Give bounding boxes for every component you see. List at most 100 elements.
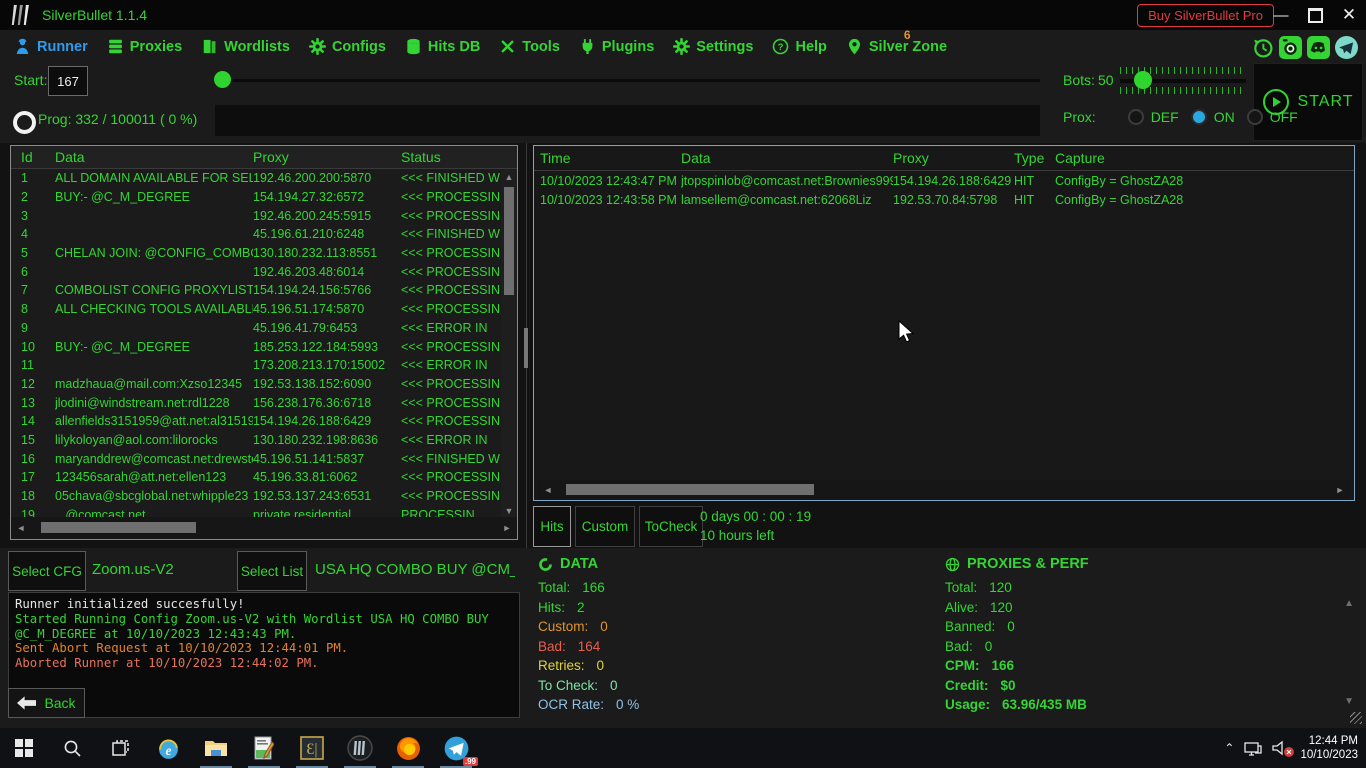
table-row[interactable]: 10 BUY:- @C_M_DEGREE 185.253.122.184:5993 <… xyxy=(11,337,501,356)
tab-hits[interactable]: Hits xyxy=(533,506,571,547)
internet-explorer-icon[interactable]: e xyxy=(144,728,192,768)
cell-proxy: 192.46.200.200:5870 xyxy=(253,171,372,186)
runner-horizontal-scrollbar[interactable]: ◄ ► xyxy=(11,517,517,539)
scroll-left-icon[interactable]: ◄ xyxy=(540,482,556,498)
scroll-thumb[interactable] xyxy=(41,522,196,533)
cell-data: ALL CHECKING TOOLS AVAILABLE F xyxy=(55,302,253,317)
e-app-icon[interactable]: Ɛ| xyxy=(288,728,336,768)
menu-item-settings[interactable]: Settings xyxy=(673,38,753,55)
log-scroll-down-icon[interactable]: ▼ xyxy=(1344,696,1354,707)
bots-slider-knob[interactable] xyxy=(1134,71,1152,89)
close-button[interactable]: ✕ xyxy=(1332,0,1366,30)
progress-slider-track[interactable] xyxy=(215,79,1040,82)
cfg-value: Zoom.us-V2 xyxy=(92,561,174,578)
menu-item-help[interactable]: ? Help xyxy=(772,38,827,55)
table-row[interactable]: 6 192.46.203.48:6014 <<< PROCESSIN xyxy=(11,262,501,281)
start-button[interactable]: START xyxy=(1253,63,1363,141)
stat-label: Hits: xyxy=(538,599,565,615)
cell-data: COMBOLIST CONFIG PROXYLIST TO xyxy=(55,283,253,298)
select-list-button[interactable]: Select List xyxy=(237,551,307,591)
table-row[interactable]: 9 45.196.41.79:6453 <<< ERROR IN xyxy=(11,319,501,338)
silverbullet-icon[interactable] xyxy=(336,728,384,768)
telegram-taskbar-icon[interactable]: .99 xyxy=(432,728,480,768)
table-row[interactable]: 7 COMBOLIST CONFIG PROXYLIST TO 154.194.24… xyxy=(11,281,501,300)
telegram-icon[interactable] xyxy=(1335,36,1358,59)
history-icon[interactable] xyxy=(1251,36,1274,59)
start-menu-icon[interactable] xyxy=(0,728,48,768)
menu-item-configs[interactable]: Configs xyxy=(308,38,386,55)
prox-option-on[interactable]: ON xyxy=(1190,109,1235,125)
resize-grip[interactable] xyxy=(1350,712,1362,724)
splitter-grip[interactable] xyxy=(524,328,528,368)
editor-icon[interactable] xyxy=(240,728,288,768)
table-row[interactable]: 8 ALL CHECKING TOOLS AVAILABLE F 45.196.51… xyxy=(11,300,501,319)
table-row[interactable]: 10/10/2023 12:43:47 PM jtopspinlob@comcas… xyxy=(534,171,1354,191)
scroll-right-icon[interactable]: ► xyxy=(1332,482,1348,498)
radio-icon[interactable] xyxy=(1246,109,1263,125)
prox-label: Prox: xyxy=(1063,109,1096,125)
log-scroll-up-icon[interactable]: ▲ xyxy=(1344,598,1354,609)
prox-option-off[interactable]: OFF xyxy=(1246,109,1298,125)
minimize-button[interactable]: — xyxy=(1264,0,1298,30)
prox-option-def[interactable]: DEF xyxy=(1127,109,1179,125)
network-icon[interactable] xyxy=(1244,740,1263,756)
scroll-thumb[interactable] xyxy=(504,187,514,295)
menu-item-label: Hits DB xyxy=(427,38,481,55)
table-row[interactable]: 5 CHELAN JOIN: @CONFIG_COMBOL 130.180.232.… xyxy=(11,244,501,263)
progress-slider-knob[interactable] xyxy=(214,71,231,88)
table-row[interactable]: 18 05chava@sbcglobal.net:whipple23 192.53.… xyxy=(11,487,501,506)
hits-horizontal-scrollbar[interactable]: ◄ ► xyxy=(538,480,1350,500)
cell-proxy: 45.196.33.81:6062 xyxy=(253,470,358,485)
scroll-right-icon[interactable]: ► xyxy=(499,520,515,536)
table-row[interactable]: 16 maryanddrew@comcast.net:drewste 45.196.… xyxy=(11,449,501,468)
radio-icon[interactable] xyxy=(1127,109,1144,125)
table-row[interactable]: 15 lilykoloyan@aol.com:lilorocks 130.180.2… xyxy=(11,431,501,450)
table-row[interactable]: 2 BUY:- @C_M_DEGREE 154.194.27.32:6572 <<< … xyxy=(11,188,501,207)
runner-vertical-scrollbar[interactable]: ▲ ▼ xyxy=(501,169,517,519)
scroll-thumb[interactable] xyxy=(566,484,814,495)
tab-custom[interactable]: Custom xyxy=(575,506,635,547)
back-button[interactable]: Back xyxy=(8,688,85,718)
start-input[interactable] xyxy=(48,66,88,96)
table-row[interactable]: 12 madzhaua@mail.com:Xzso12345 192.53.138.… xyxy=(11,375,501,394)
menu-item-proxies[interactable]: Proxies xyxy=(107,38,182,55)
scroll-left-icon[interactable]: ◄ xyxy=(13,520,29,536)
table-row[interactable]: 13 jlodini@windstream.net:rdl1228 156.238.… xyxy=(11,393,501,412)
table-row[interactable]: 10/10/2023 12:43:58 PM lamsellem@comcast.… xyxy=(534,191,1354,211)
menu-item-silver-zone[interactable]: Silver Zone 6 xyxy=(846,28,947,55)
cell-data: madzhaua@mail.com:Xzso12345 xyxy=(55,376,243,391)
tab-tocheck[interactable]: ToCheck xyxy=(639,506,703,547)
radio-selected-icon[interactable] xyxy=(1190,109,1207,125)
firefox-icon[interactable] xyxy=(384,728,432,768)
menu-item-wordlists[interactable]: Wordlists xyxy=(201,38,290,55)
table-row[interactable]: 1 ALL DOMAIN AVAILABLE FOR SELL 192.46.200… xyxy=(11,169,501,188)
table-row[interactable]: 17 123456sarah@att.net:ellen123 45.196.33.… xyxy=(11,468,501,487)
maximize-button[interactable] xyxy=(1298,0,1332,30)
tray-chevron-icon[interactable]: ⌃ xyxy=(1224,741,1234,755)
table-row[interactable]: 4 45.196.61.210:6248 <<< FINISHED W xyxy=(11,225,501,244)
menu-item-runner[interactable]: Runner xyxy=(14,38,88,55)
task-view-icon[interactable] xyxy=(96,728,144,768)
col-id: Id xyxy=(21,149,33,165)
clock[interactable]: 12:44 PM 10/10/2023 xyxy=(1300,734,1358,762)
buy-pro-button[interactable]: Buy SilverBullet Pro xyxy=(1137,4,1274,27)
search-icon[interactable] xyxy=(48,728,96,768)
table-row[interactable]: 11 173.208.213.170:15002 <<< ERROR IN xyxy=(11,356,501,375)
stat-row: Banned: 0 xyxy=(945,617,1345,637)
menu-item-hits-db[interactable]: Hits DB xyxy=(405,38,480,55)
table-row[interactable]: 14 allenfields3151959@att.net:al31519 154.… xyxy=(11,412,501,431)
cell-id: 3 xyxy=(21,208,28,223)
select-cfg-button[interactable]: Select CFG xyxy=(8,551,86,591)
menu-item-tools[interactable]: Tools xyxy=(499,38,560,55)
camera-icon[interactable] xyxy=(1279,36,1302,59)
cell-proxy: 45.196.61.210:6248 xyxy=(253,227,365,242)
menu-item-plugins[interactable]: Plugins xyxy=(579,38,654,55)
file-explorer-icon[interactable] xyxy=(192,728,240,768)
cell-id: 6 xyxy=(21,264,28,279)
cell-data: ALL DOMAIN AVAILABLE FOR SELL xyxy=(55,171,253,186)
time-left: 10 hours left xyxy=(700,528,775,543)
table-row[interactable]: 3 192.46.200.245:5915 <<< PROCESSIN xyxy=(11,206,501,225)
discord-icon[interactable] xyxy=(1307,36,1330,59)
volume-muted-icon[interactable] xyxy=(1272,740,1295,757)
scroll-up-icon[interactable]: ▲ xyxy=(501,169,517,185)
